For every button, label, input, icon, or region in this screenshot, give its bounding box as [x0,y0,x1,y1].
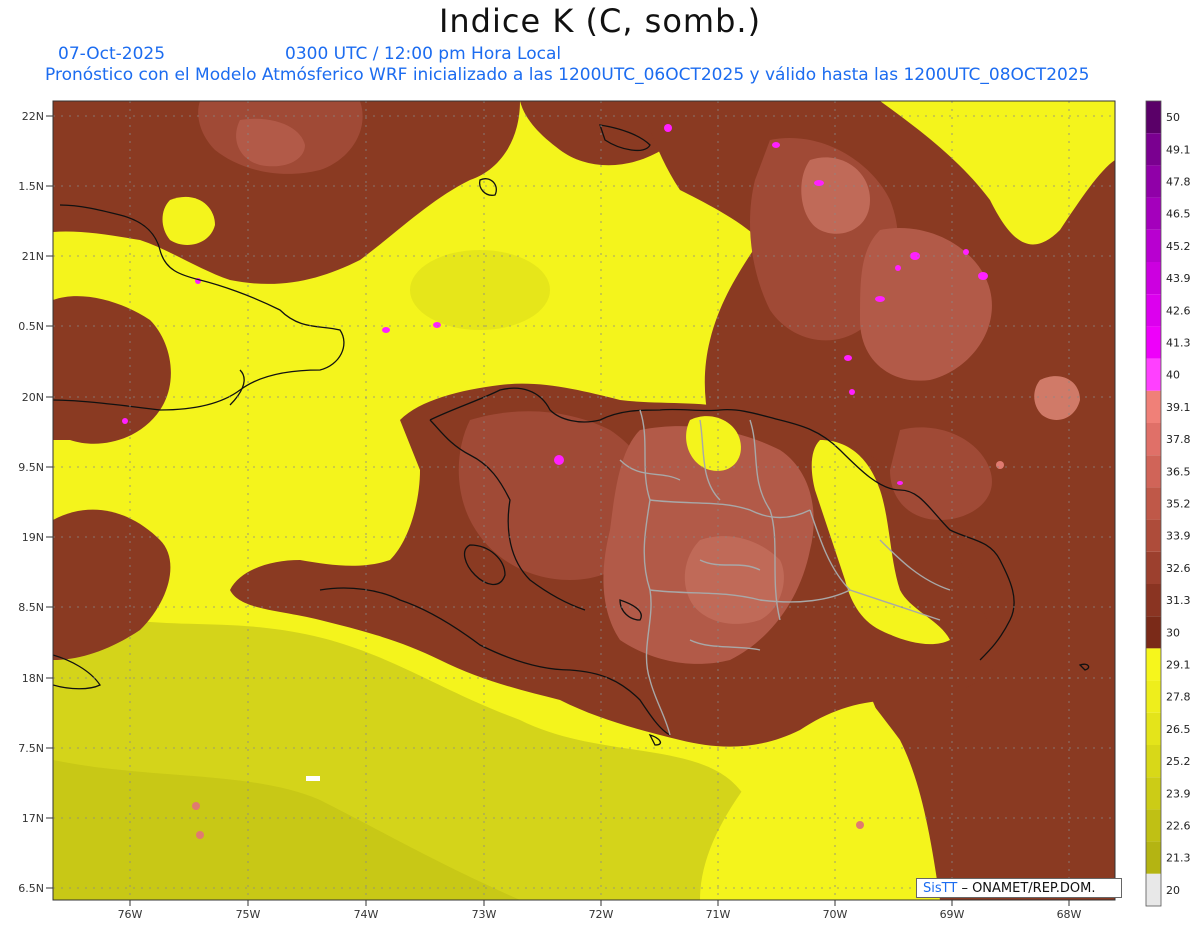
colorbar-swatch [1146,487,1161,520]
colorbar-swatch [1146,197,1161,230]
colorbar-label: 49.1 [1166,143,1191,156]
lat-label: 9.5N [18,461,44,474]
lon-label: 68W [1057,908,1082,921]
colorbar-swatch [1146,262,1161,295]
lon-axis: 76W 75W 74W 73W 72W 71W 70W 69W 68W [118,900,1082,921]
colorbar-swatch [1146,777,1161,810]
lon-label: 75W [236,908,261,921]
colorbar-label: 27.8 [1166,691,1191,704]
credit-brand: SisTT [923,881,958,896]
lat-label: 17N [22,812,44,825]
colorbar-label: 45.2 [1166,240,1191,253]
lat-label: 0.5N [18,320,44,333]
colorbar-swatch [1146,133,1161,166]
colorbar-label: 29.1 [1166,659,1191,672]
lon-label: 76W [118,908,143,921]
lat-label: 7.5N [18,742,44,755]
colorbar-label: 22.6 [1166,820,1191,833]
colorbar-label: 23.9 [1166,787,1191,800]
colorbar-swatch [1146,358,1161,391]
colorbar-label: 50 [1166,111,1180,124]
colorbar-swatch [1146,648,1161,681]
lat-label: 1.5N [18,180,44,193]
colorbar-label: 20 [1166,884,1180,897]
colorbar-label: 39.1 [1166,401,1191,414]
colorbar: 50 49.1 47.8 46.5 45.2 43.9 42.6 41.3 40 39.1 37.8… [1145,100,1191,907]
colorbar-label: 25.2 [1166,755,1191,768]
colorbar-swatch [1146,873,1161,906]
colorbar-swatch [1146,809,1161,842]
colorbar-label: 46.5 [1166,208,1191,221]
colorbar-swatch [1146,519,1161,552]
lon-label: 74W [354,908,379,921]
colorbar-swatch [1146,680,1161,713]
lon-label: 69W [940,908,965,921]
credit-box: SisTT – ONAMET/REP.DOM. [916,878,1122,898]
colorbar-swatch [1146,326,1161,359]
lon-label: 71W [706,908,731,921]
colorbar-label: 47.8 [1166,176,1191,189]
lat-label: 21N [22,250,44,263]
lat-label: 22N [22,110,44,123]
colorbar-swatch [1146,294,1161,327]
colorbar-label: 43.9 [1166,272,1191,285]
colorbar-swatch [1146,455,1161,488]
lat-label: 18N [22,672,44,685]
lat-axis: 22N 1.5N 21N 0.5N 20N 9.5N 19N 8.5N 18N … [18,110,53,895]
colorbar-label: 33.9 [1166,530,1191,543]
colorbar-swatch [1146,584,1161,617]
colorbar-label: 21.3 [1166,852,1191,865]
colorbar-label: 30 [1166,626,1180,639]
colorbar-swatch [1146,712,1161,745]
colorbar-swatch [1146,390,1161,423]
colorbar-label: 26.5 [1166,723,1191,736]
colorbar-label: 37.8 [1166,433,1191,446]
lon-label: 73W [472,908,497,921]
colorbar-swatch [1146,551,1161,584]
colorbar-swatch [1146,165,1161,198]
lon-label: 70W [823,908,848,921]
k-index-map: 22N 1.5N 21N 0.5N 20N 9.5N 19N 8.5N 18N … [18,100,1191,921]
credit-text: – ONAMET/REP.DOM. [961,881,1096,896]
colorbar-swatch [1146,745,1161,778]
lon-label: 72W [589,908,614,921]
colorbar-label: 36.5 [1166,465,1191,478]
colorbar-label: 42.6 [1166,304,1191,317]
colorbar-swatch [1146,841,1161,874]
colorbar-label: 31.3 [1166,594,1191,607]
lat-label: 19N [22,531,44,544]
map-field [53,101,1115,900]
colorbar-label: 32.6 [1166,562,1191,575]
colorbar-label: 35.2 [1166,498,1191,511]
lat-label: 6.5N [18,882,44,895]
colorbar-label: 40 [1166,369,1180,382]
colorbar-label: 41.3 [1166,337,1191,350]
lat-label: 20N [22,391,44,404]
colorbar-swatch [1146,423,1161,456]
lat-label: 8.5N [18,601,44,614]
colorbar-swatch [1146,101,1161,134]
colorbar-swatch [1146,616,1161,649]
colorbar-swatch [1146,229,1161,262]
